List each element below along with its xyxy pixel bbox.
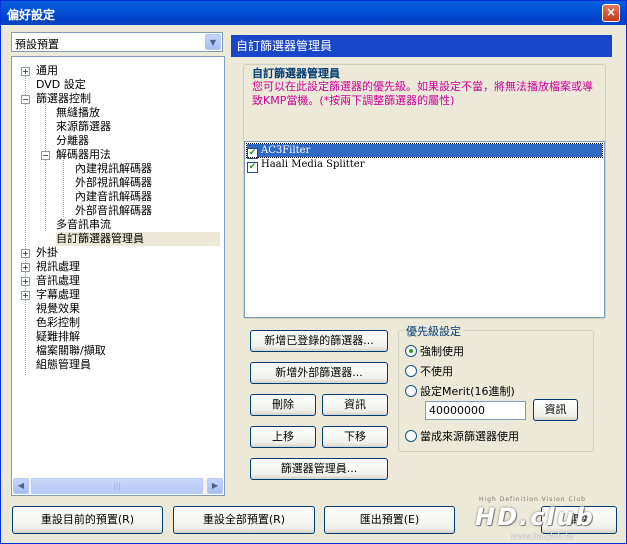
filter-name: AC3Filter	[261, 145, 311, 156]
tree-item-color-control[interactable]: 色彩控制	[36, 316, 80, 330]
group-description: 您可以在此設定篩選器的優先級。如果設定不當，將無法播放檔案或導致KMP當機。(*…	[252, 80, 593, 107]
filter-name: Haali Media Splitter	[261, 159, 365, 170]
radio-label: 設定Merit(16進制)	[420, 385, 515, 398]
move-up-button[interactable]: 上移	[250, 426, 316, 448]
checkbox-checked-icon[interactable]: ✔	[247, 162, 258, 173]
merit-info-button[interactable]: 資訊	[533, 399, 578, 421]
tree-item-source-filter[interactable]: 來源篩選器	[56, 120, 111, 134]
radio-disable[interactable]: 不使用	[405, 363, 453, 379]
tree-item-external-audio[interactable]: 外部音訊解碼器	[75, 204, 152, 218]
preset-select[interactable]: 預設預置 ▼	[11, 32, 223, 52]
radio-as-source-filter[interactable]: 當成來源篩選器使用	[405, 428, 519, 444]
merit-input[interactable]: 40000000	[425, 401, 526, 420]
preferences-window: 偏好設定 × 預設預置 ▼ + 通用 DVD 設定 − 篩選器控制 無縫播放 來…	[0, 0, 627, 544]
priority-legend: 優先級設定	[404, 323, 463, 339]
radio-set-merit[interactable]: 設定Merit(16進制)	[405, 383, 515, 399]
scrollbar-thumb[interactable]: |||	[31, 478, 203, 494]
tree-item-dvd[interactable]: DVD 設定	[36, 78, 86, 92]
close-window-button[interactable]: ×	[602, 4, 620, 22]
group-title: 自訂篩選器管理員	[252, 67, 340, 80]
tree-item-video-processing[interactable]: 視訊處理	[36, 260, 80, 274]
title-bar[interactable]: 偏好設定 ×	[1, 1, 626, 25]
info-button[interactable]: 資訊	[322, 394, 388, 416]
tree-guide-line	[45, 101, 46, 231]
collapse-minus-icon[interactable]: −	[21, 95, 30, 104]
expand-plus-icon[interactable]: +	[21, 277, 30, 286]
window-title: 偏好設定	[7, 8, 56, 22]
collapse-minus-icon[interactable]: −	[41, 151, 50, 160]
reset-all-presets-button[interactable]: 重設全部預置(R)	[173, 506, 315, 534]
tree-item-troubleshooting[interactable]: 疑難排解	[36, 330, 80, 344]
expand-plus-icon[interactable]: +	[21, 263, 30, 272]
watermark-brand: HD.club	[475, 503, 595, 531]
watermark-logo: High Definition Vision Club HD.club www.…	[471, 496, 621, 542]
tree-item-external-video[interactable]: 外部視訊解碼器	[75, 176, 152, 190]
tree-item-filter-control[interactable]: 篩選器控制	[36, 92, 91, 106]
radio-unselected-icon[interactable]	[405, 385, 417, 397]
tree-item-visual-effects[interactable]: 視覺效果	[36, 302, 80, 316]
tree-item-builtin-video[interactable]: 內建視訊解碼器	[75, 162, 152, 176]
preset-select-value: 預設預置	[15, 38, 59, 51]
add-external-filter-button[interactable]: 新增外部篩選器...	[250, 362, 388, 384]
radio-selected-icon[interactable]	[405, 345, 417, 357]
tree-item-seamless[interactable]: 無縫播放	[56, 106, 100, 120]
expand-plus-icon[interactable]: +	[21, 67, 30, 76]
tree-item-file-association[interactable]: 檔案關聯/擷取	[36, 344, 106, 358]
tree-item-audio-processing[interactable]: 音訊處理	[36, 274, 80, 288]
delete-button[interactable]: 刪除	[250, 394, 316, 416]
tree-item-plugins[interactable]: 外掛	[36, 246, 58, 260]
radio-unselected-icon[interactable]	[405, 430, 417, 442]
radio-label: 當成來源篩選器使用	[420, 430, 519, 443]
tree-item-custom-filter-manager[interactable]: 自訂篩選器管理員	[56, 232, 220, 246]
tree-guide-line	[63, 157, 64, 217]
tree-item-general[interactable]: 通用	[36, 64, 58, 78]
watermark-url: www.hd.club.tw	[511, 532, 575, 541]
tree-horizontal-scrollbar[interactable]: ◀ ||| ▶	[13, 478, 223, 494]
tree-item-decoder-usage[interactable]: 解碼器用法	[56, 148, 111, 162]
settings-tree[interactable]: + 通用 DVD 設定 − 篩選器控制 無縫播放 來源篩選器 分離器 − 解碼器…	[11, 56, 225, 496]
tree-item-splitter[interactable]: 分離器	[56, 134, 89, 148]
filter-list[interactable]: ✔ AC3Filter ✔ Haali Media Splitter	[244, 141, 605, 318]
tree-item-builtin-audio[interactable]: 內建音訊解碼器	[75, 190, 152, 204]
tree-guide-line	[25, 73, 26, 375]
custom-filter-group: 自訂篩選器管理員 您可以在此設定篩選器的優先級。如果設定不當，將無法播放檔案或導…	[243, 64, 606, 319]
move-down-button[interactable]: 下移	[322, 426, 388, 448]
filter-list-item[interactable]: ✔ AC3Filter	[246, 143, 603, 159]
tree-item-config-manager[interactable]: 組態管理員	[36, 358, 91, 372]
panel-header: 自訂篩選器管理員	[231, 35, 612, 57]
filter-list-item[interactable]: ✔ Haali Media Splitter	[247, 158, 365, 173]
filter-manager-button[interactable]: 篩選器管理員...	[250, 458, 388, 480]
tree-item-multi-audio[interactable]: 多音訊串流	[56, 218, 111, 232]
reset-current-preset-button[interactable]: 重設目前的預置(R)	[12, 506, 163, 534]
radio-unselected-icon[interactable]	[405, 365, 417, 377]
radio-label: 強制使用	[420, 345, 464, 358]
radio-label: 不使用	[420, 365, 453, 378]
watermark-tagline: High Definition Vision Club	[479, 496, 586, 503]
expand-plus-icon[interactable]: +	[21, 291, 30, 300]
expand-plus-icon[interactable]: +	[21, 249, 30, 258]
scroll-right-icon[interactable]: ▶	[207, 478, 223, 494]
radio-force-use[interactable]: 強制使用	[405, 343, 464, 359]
chevron-down-icon[interactable]: ▼	[205, 34, 221, 50]
add-registered-filter-button[interactable]: 新增已登錄的篩選器...	[250, 330, 388, 352]
export-preset-button[interactable]: 匯出預置(E)	[324, 506, 455, 534]
scroll-left-icon[interactable]: ◀	[13, 478, 29, 494]
tree-item-subtitle-processing[interactable]: 字幕處理	[36, 288, 80, 302]
